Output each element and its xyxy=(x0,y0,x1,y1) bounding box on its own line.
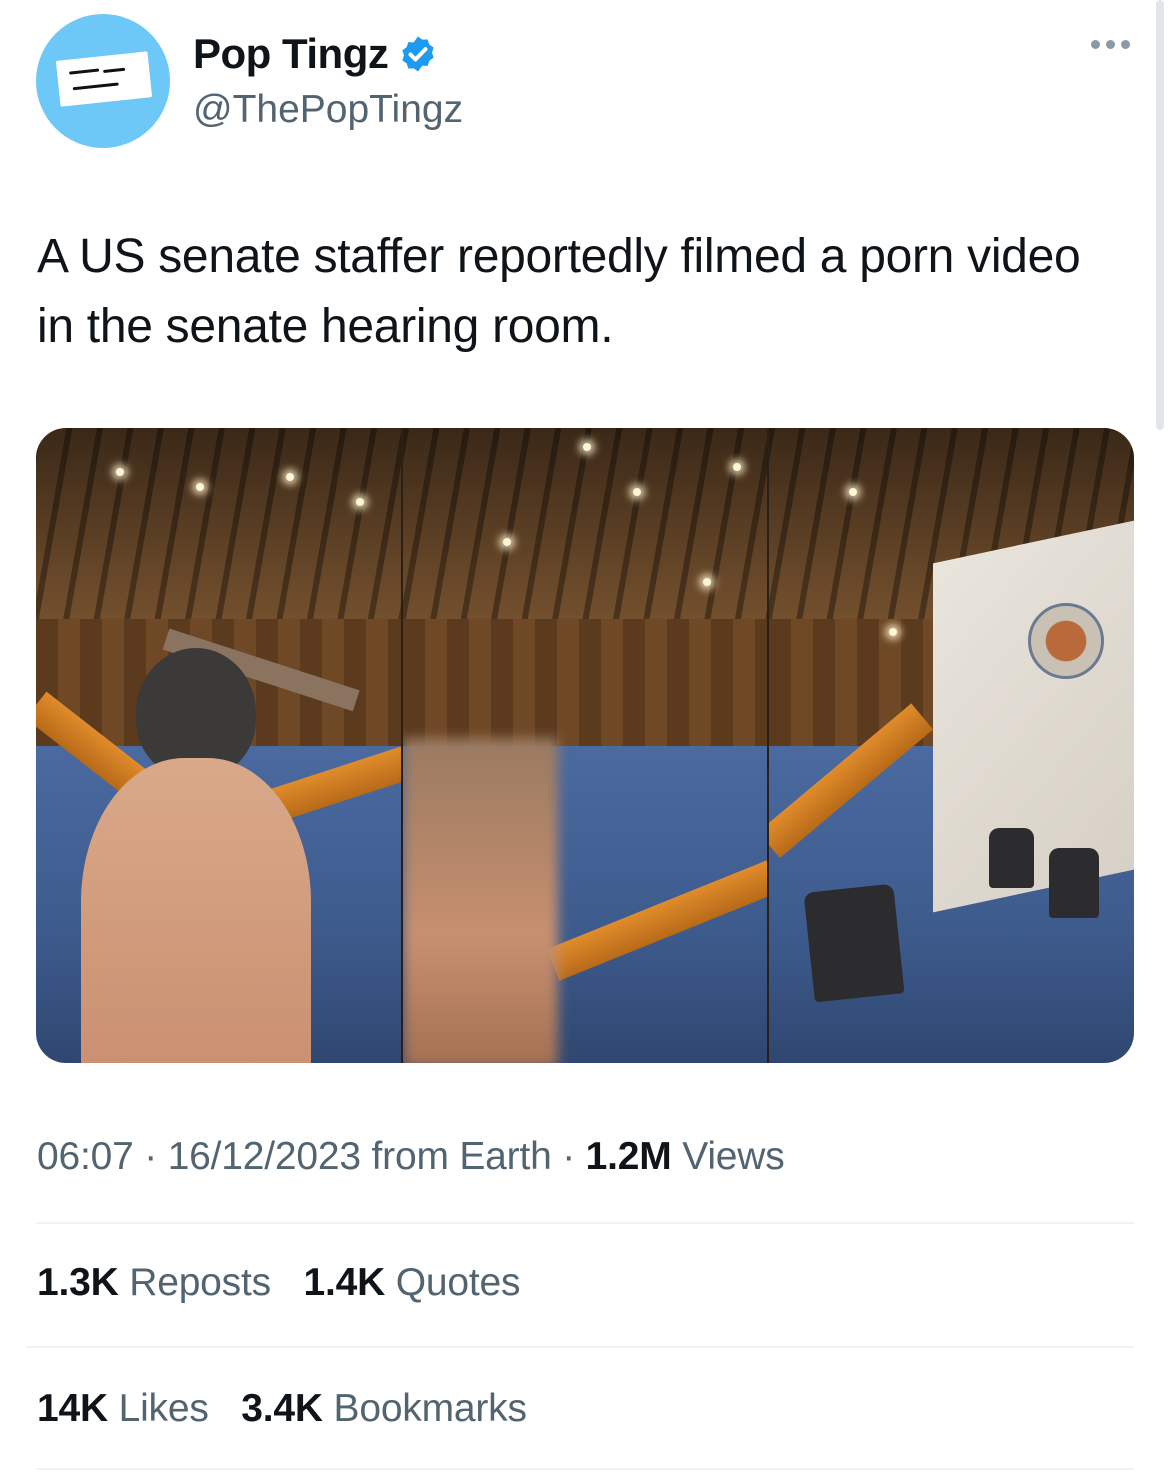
media-frame-1[interactable] xyxy=(36,428,401,1063)
divider xyxy=(26,1346,1134,1348)
scrollbar[interactable] xyxy=(1156,0,1164,430)
bookmarks-stat[interactable]: 3.4K Bookmarks xyxy=(241,1387,527,1430)
tweet-media[interactable] xyxy=(36,428,1134,1063)
avatar[interactable] xyxy=(36,14,170,148)
stats-row-1: 1.3K Reposts 1.4K Quotes xyxy=(37,1261,542,1305)
author-handle[interactable]: @ThePopTingz xyxy=(193,88,463,132)
tweet-text: A US senate staffer reportedly filmed a … xyxy=(37,230,1081,353)
media-frame-2[interactable] xyxy=(400,428,768,1063)
reposts-stat[interactable]: 1.3K Reposts xyxy=(37,1261,271,1304)
quotes-stat[interactable]: 1.4K Quotes xyxy=(304,1261,521,1304)
tweet-location: from Earth xyxy=(371,1135,552,1178)
meta-separator: · xyxy=(562,1135,586,1178)
divider xyxy=(36,1222,1134,1224)
verified-badge-icon xyxy=(402,36,435,72)
views-label: Views xyxy=(682,1135,785,1178)
meta-separator: · xyxy=(144,1135,168,1178)
avatar-logo xyxy=(55,51,153,107)
divider xyxy=(36,1468,1134,1470)
tweet-meta: 06:07 · 16/12/2023 from Earth · 1.2M Vie… xyxy=(37,1135,785,1179)
tweet-date[interactable]: 16/12/2023 xyxy=(168,1135,361,1178)
author-display-name[interactable]: Pop Tingz xyxy=(193,30,389,78)
more-options-icon[interactable] xyxy=(1091,40,1130,49)
tweet-time[interactable]: 06:07 xyxy=(37,1135,134,1178)
stats-row-2: 14K Likes 3.4K Bookmarks xyxy=(37,1387,549,1431)
likes-stat[interactable]: 14K Likes xyxy=(37,1387,209,1430)
media-frame-3[interactable] xyxy=(767,428,1134,1063)
views-count: 1.2M xyxy=(585,1135,672,1178)
